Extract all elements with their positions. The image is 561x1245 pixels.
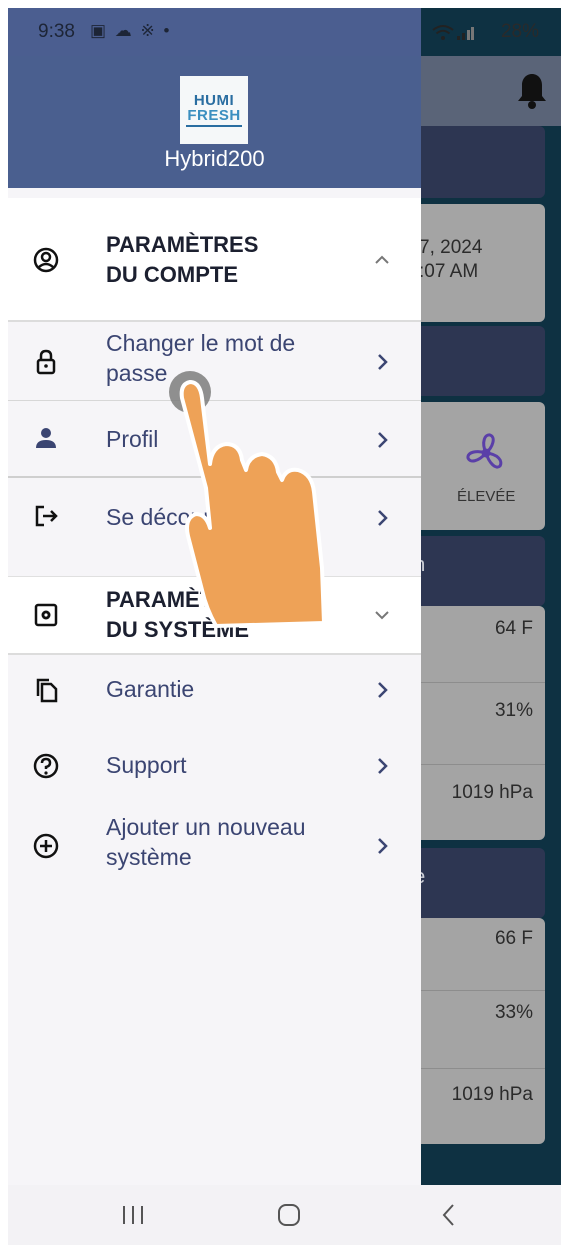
status-bar-left: 9:38 ▣ ☁ ※ • [8, 8, 421, 56]
chevron-down-icon[interactable] [372, 605, 392, 625]
background-value: 33% [494, 1002, 533, 1023]
change-password-label-line1: Changer le mot de [106, 330, 296, 356]
account-settings-title-line2: DU COMPTE [106, 262, 238, 287]
help-icon [33, 753, 59, 779]
copy-icon [36, 678, 58, 703]
background-date-card: 7, 2024 :07 AM [403, 204, 545, 322]
add-system-label-line1: Ajouter un nouveau [106, 814, 306, 840]
add-system-label-line2: système [106, 844, 192, 870]
background-value: 31% [494, 700, 533, 721]
recent-apps-icon[interactable] [118, 1201, 148, 1229]
background-value: 1019 hPa [451, 782, 533, 803]
status-time: 9:38 [38, 21, 75, 42]
background-value: 66 F [494, 928, 533, 949]
add-system-item[interactable]: Ajouter un nouveau système [8, 808, 421, 884]
phone-screen: 7, 2024 :07 AM ÉLEVÉE on 64 F 31% 1019 [8, 8, 561, 1245]
settings-box-icon [34, 603, 58, 627]
humifresh-logo: HUMI FRESH [180, 76, 248, 144]
background-values-card: 64 F 31% 1019 hPa [403, 606, 545, 840]
background-card [403, 126, 545, 198]
background-card [403, 326, 545, 396]
chevron-right-icon [378, 838, 388, 854]
person-icon [36, 428, 56, 448]
support-item[interactable]: Support [8, 734, 421, 800]
device-name: Hybrid200 [164, 146, 265, 171]
background-time: :07 AM [419, 261, 479, 282]
chevron-right-icon [378, 758, 388, 774]
logout-icon [35, 505, 58, 527]
change-password-label-line2: passe [106, 360, 168, 386]
chevron-right-icon [378, 682, 388, 698]
tap-hand-icon [169, 371, 326, 628]
support-label: Support [106, 752, 187, 778]
status-notification-icons: ▣ ☁ ※ • [90, 21, 172, 40]
add-circle-icon [33, 833, 59, 859]
warranty-label: Garantie [106, 676, 195, 702]
back-icon[interactable] [434, 1201, 464, 1229]
background-value: 64 F [494, 618, 533, 639]
bell-icon [518, 74, 546, 109]
background-section-header: on [403, 536, 545, 606]
lock-icon [36, 349, 56, 375]
chevron-right-icon [378, 510, 388, 526]
home-button-icon[interactable] [274, 1201, 304, 1229]
battery-percent: 28% [500, 21, 539, 42]
logo-line1: HUMI [193, 92, 235, 109]
account-circle-icon [33, 247, 59, 273]
profile-label: Profil [106, 426, 159, 452]
wifi-icon [432, 25, 454, 40]
warranty-item[interactable]: Garantie [8, 658, 421, 724]
account-settings-title-line1: PARAMÈTRES [106, 232, 259, 257]
background-fan-card: ÉLEVÉE [403, 402, 545, 530]
background-values-card: 66 F 33% 1019 hPa [403, 918, 545, 1144]
chevron-right-icon [378, 354, 388, 370]
fan-speed-label: ÉLEVÉE [457, 488, 516, 505]
system-navigation-bar [8, 1185, 561, 1245]
chevron-right-icon [378, 432, 388, 448]
account-settings-section[interactable]: PARAMÈTRES DU COMPTE [8, 198, 421, 322]
logo-line2: FRESH [187, 107, 241, 124]
signal-icon [457, 27, 474, 40]
fan-icon [466, 433, 503, 469]
background-date: 7, 2024 [419, 237, 483, 258]
drawer-header: 9:38 ▣ ☁ ※ • HUMI FRESH Hybrid200 [8, 8, 421, 188]
background-section-header: ire [403, 848, 545, 918]
background-value: 1019 hPa [451, 1084, 533, 1105]
chevron-up-icon[interactable] [372, 250, 392, 270]
